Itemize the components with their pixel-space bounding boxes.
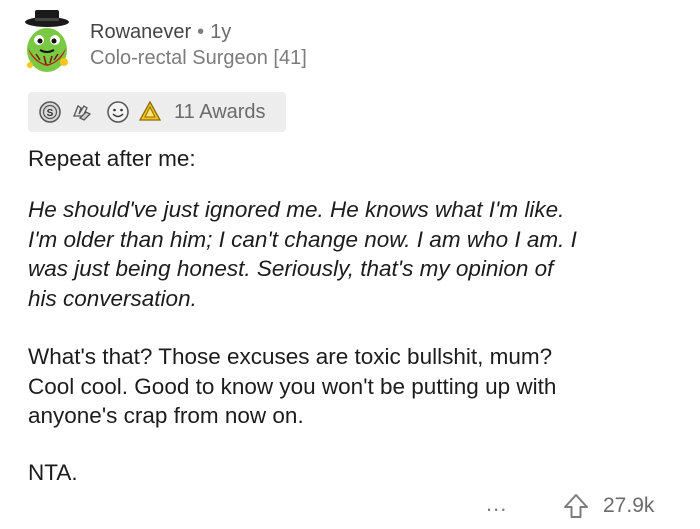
comment-footer: ... 27.9k <box>0 486 700 526</box>
helpful-award-icon <box>138 100 162 121</box>
comment-header: Rowanever • 1y Colo-rectal Surgeon [41] <box>18 10 678 74</box>
awards-bar[interactable]: S 11 Awards <box>28 92 286 132</box>
awards-count-label: 11 Awards <box>174 101 266 123</box>
upvote-arrow-icon[interactable] <box>562 492 590 520</box>
comment-paragraph-quote: He should've just ignored me. He knows w… <box>28 197 577 311</box>
hands-award-icon <box>73 105 92 121</box>
username-link[interactable]: Rowanever <box>90 21 191 43</box>
user-flair: Colo-rectal Surgeon [41] <box>90 47 307 69</box>
user-avatar[interactable] <box>18 10 76 74</box>
avatar-icon <box>25 10 69 72</box>
meta-separator: • <box>197 21 205 43</box>
meta-line: Rowanever • 1y <box>90 20 307 44</box>
smile-award-icon <box>107 101 129 123</box>
vote-score: 27.9k <box>603 494 655 517</box>
silver-award-icon: S <box>39 101 61 123</box>
comment-meta: Rowanever • 1y Colo-rectal Surgeon [41] <box>90 20 307 70</box>
more-options-button[interactable]: ... <box>486 493 507 515</box>
comment-paragraph: Repeat after me: <box>28 146 196 171</box>
comment-paragraph: NTA. <box>28 460 78 485</box>
comment-age[interactable]: 1y <box>210 21 231 43</box>
svg-text:S: S <box>47 108 54 119</box>
comment-paragraph: What's that? Those excuses are toxic bul… <box>28 344 557 428</box>
